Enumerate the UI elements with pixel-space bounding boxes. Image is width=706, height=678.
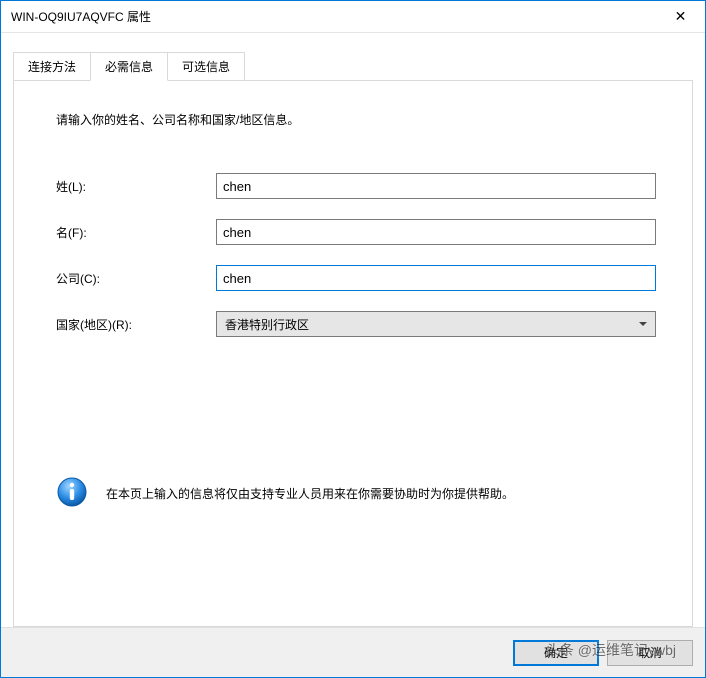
titlebar: WIN-OQ9IU7AQVFC 属性 ✕ [1, 1, 705, 33]
row-company: 公司(C): [56, 265, 662, 291]
cancel-button[interactable]: 取消 [607, 640, 693, 666]
firstname-label: 名(F): [56, 224, 216, 241]
tab-panel-required: 请输入你的姓名、公司名称和国家/地区信息。 姓(L): 名(F): 公司(C):… [13, 80, 693, 627]
properties-dialog: WIN-OQ9IU7AQVFC 属性 ✕ 连接方法 必需信息 可选信息 请输入你… [0, 0, 706, 678]
info-row: 在本页上输入的信息将仅由支持专业人员用来在你需要协助时为你提供帮助。 [56, 476, 662, 511]
info-text: 在本页上输入的信息将仅由支持专业人员用来在你需要协助时为你提供帮助。 [106, 485, 514, 502]
company-label: 公司(C): [56, 270, 216, 287]
country-value: 香港特别行政区 [225, 316, 309, 333]
firstname-input[interactable] [216, 219, 656, 245]
tab-required-info[interactable]: 必需信息 [90, 52, 168, 81]
lastname-input[interactable] [216, 173, 656, 199]
instructions-text: 请输入你的姓名、公司名称和国家/地区信息。 [56, 111, 662, 128]
country-label: 国家(地区)(R): [56, 316, 216, 333]
tab-optional-info[interactable]: 可选信息 [167, 52, 245, 81]
info-icon [56, 476, 88, 511]
lastname-label: 姓(L): [56, 178, 216, 195]
close-icon: ✕ [675, 8, 687, 25]
row-lastname: 姓(L): [56, 173, 662, 199]
tab-connection-method[interactable]: 连接方法 [13, 52, 91, 81]
ok-button[interactable]: 确定 [513, 640, 599, 666]
window-title: WIN-OQ9IU7AQVFC 属性 [11, 8, 151, 25]
row-country: 国家(地区)(R): 香港特别行政区 [56, 311, 662, 337]
company-input[interactable] [216, 265, 656, 291]
close-button[interactable]: ✕ [658, 2, 703, 32]
country-select[interactable]: 香港特别行政区 [216, 311, 656, 337]
row-firstname: 名(F): [56, 219, 662, 245]
tab-strip: 连接方法 必需信息 可选信息 [13, 51, 693, 80]
dialog-body: 连接方法 必需信息 可选信息 请输入你的姓名、公司名称和国家/地区信息。 姓(L… [1, 33, 705, 627]
dialog-footer: 确定 取消 [1, 627, 705, 677]
chevron-down-icon [639, 322, 647, 326]
